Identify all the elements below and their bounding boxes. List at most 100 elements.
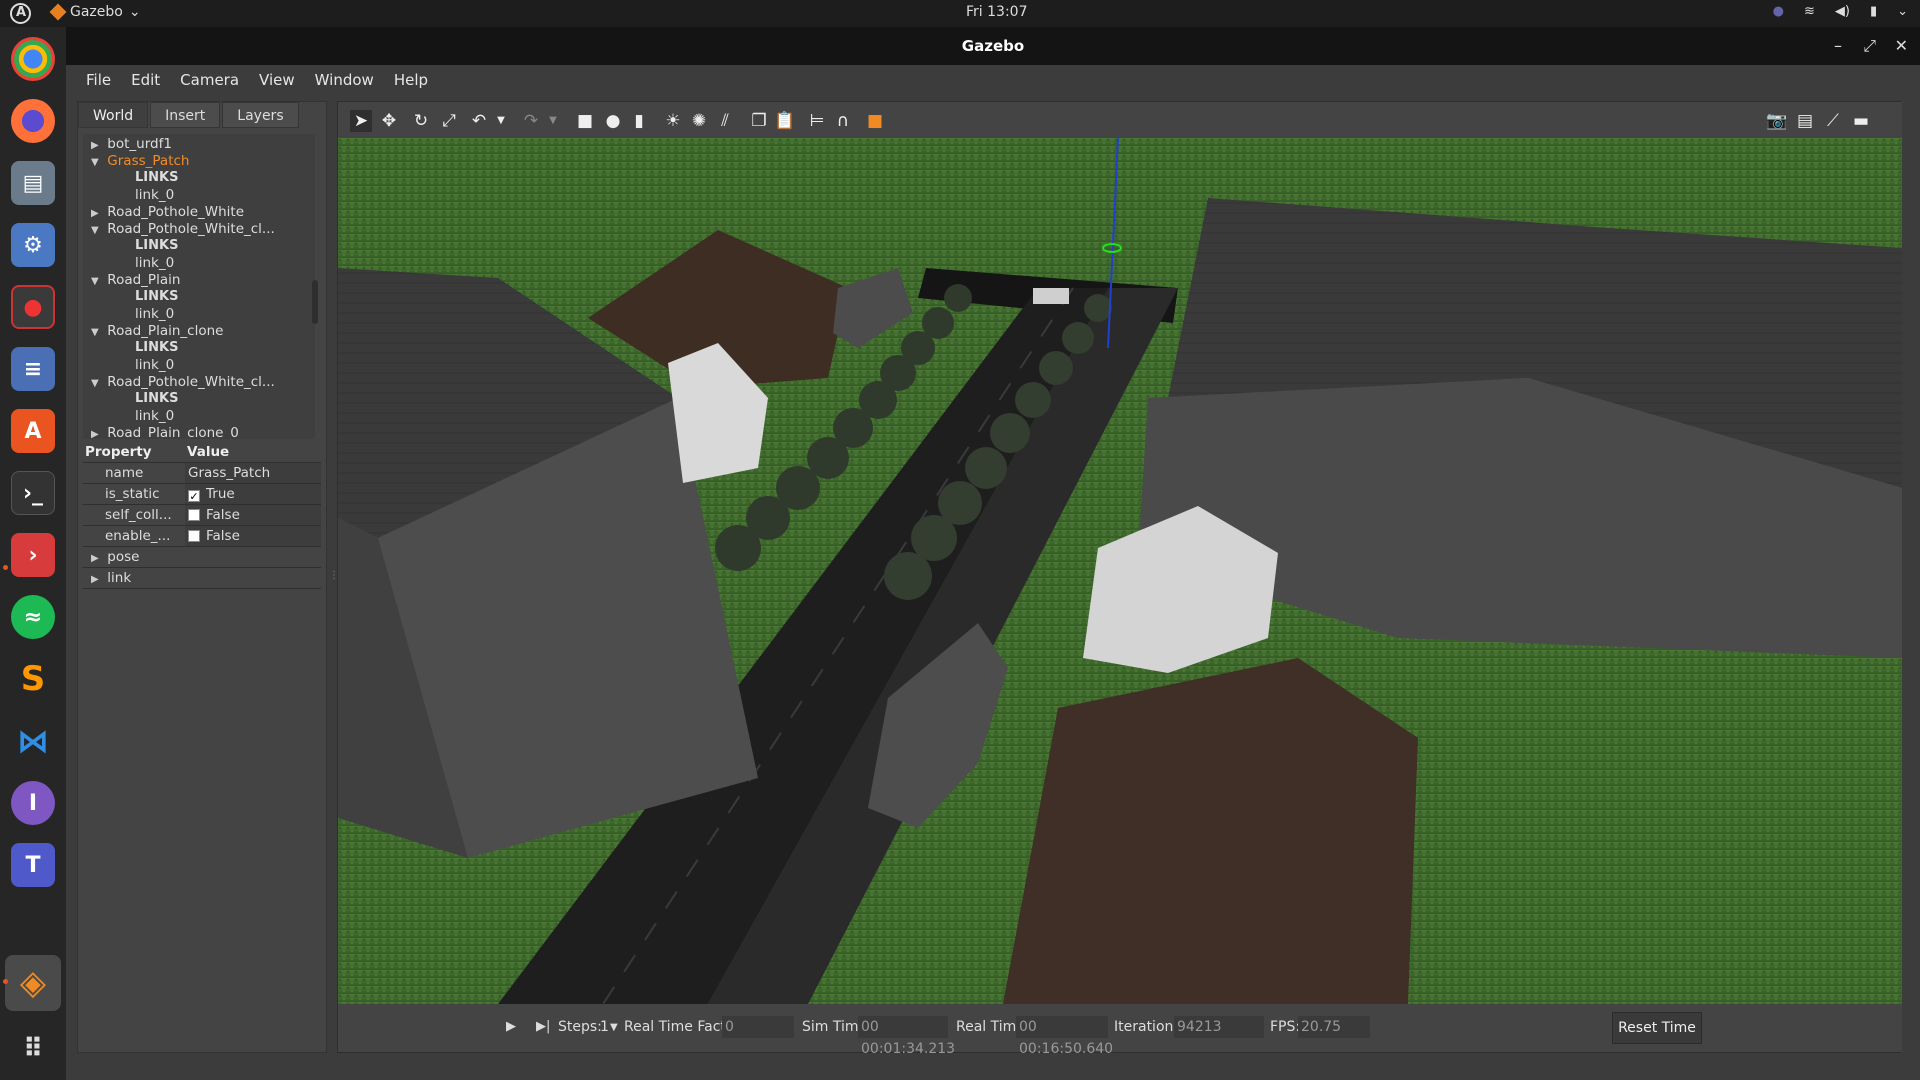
box-shape-icon[interactable]: ■ <box>574 110 596 132</box>
checkbox-checked[interactable]: ✓ <box>188 490 200 502</box>
expand-arrow-icon[interactable]: ▶ <box>91 429 103 439</box>
tree-item-label: Grass_Patch <box>107 153 190 169</box>
tree-item[interactable]: ▶ Road_Plain_clone_0 <box>91 425 239 439</box>
cylinder-shape-icon[interactable]: ▮ <box>628 110 650 132</box>
undo-dropdown-icon[interactable]: ▼ <box>490 110 512 132</box>
log-icon[interactable]: ▤ <box>1794 110 1816 132</box>
collapse-arrow-icon[interactable]: ▼ <box>91 157 103 168</box>
menu-camera[interactable]: Camera <box>170 65 249 95</box>
gazebo-dock-icon[interactable]: ◈ <box>5 955 61 1011</box>
3d-viewport[interactable] <box>338 138 1902 1004</box>
screenshot-icon[interactable]: 📷 <box>1766 110 1788 132</box>
tab-layers[interactable]: Layers <box>222 102 299 128</box>
scene-render[interactable] <box>338 138 1902 1004</box>
world-tree[interactable]: ▶ bot_urdf1 ▼ Grass_Patch LINKS link_0 ▶… <box>83 134 315 439</box>
copy-icon[interactable]: ❐ <box>748 110 770 132</box>
tree-item[interactable]: ▼ Road_Plain <box>91 272 180 289</box>
firefox-icon[interactable] <box>11 99 55 143</box>
menu-edit[interactable]: Edit <box>121 65 170 95</box>
tree-item-link[interactable]: link_0 <box>135 306 174 323</box>
system-top-bar: Gazebo ⌄ Fri 13:07 ● ≋ ◀) ▮ ⌄ <box>0 0 1920 27</box>
tree-item-selected[interactable]: ▼ Grass_Patch <box>91 153 189 170</box>
tree-item-link[interactable]: link_0 <box>135 408 174 425</box>
plot-icon[interactable]: ⟋ <box>1822 110 1844 132</box>
menu-help[interactable]: Help <box>384 65 438 95</box>
directional-light-icon[interactable]: ⫽ <box>714 110 736 132</box>
activities-icon[interactable] <box>10 3 31 24</box>
tab-insert[interactable]: Insert <box>150 102 221 128</box>
tree-item[interactable]: ▶ Road_Pothole_White <box>91 204 244 221</box>
minimize-icon[interactable]: – <box>1834 27 1842 65</box>
collapse-arrow-icon[interactable]: ▼ <box>91 378 103 389</box>
tree-item-link[interactable]: link_0 <box>135 187 174 204</box>
steps-dropdown-icon[interactable]: ▼ <box>610 1022 618 1033</box>
intellij-icon[interactable]: I <box>11 781 55 825</box>
tree-item[interactable]: ▼ Road_Pothole_White_cl... <box>91 374 275 391</box>
spot-light-icon[interactable]: ✺ <box>688 110 710 132</box>
property-value: ✓ True <box>185 484 321 504</box>
paste-icon[interactable]: 📋 <box>774 110 796 132</box>
tree-item[interactable]: ▶ bot_urdf1 <box>91 136 172 153</box>
remote-desktop-icon[interactable]: › <box>11 533 55 577</box>
tree-item[interactable]: ▼ Road_Plain_clone <box>91 323 223 340</box>
property-value-field[interactable]: Grass_Patch <box>185 463 321 483</box>
panel-splitter[interactable]: ⋮ <box>329 570 339 588</box>
window-titlebar[interactable]: Gazebo – ⤢ ✕ <box>66 27 1920 65</box>
tree-item-link[interactable]: link_0 <box>135 255 174 272</box>
redo-dropdown-icon[interactable]: ▼ <box>542 110 564 132</box>
collapse-arrow-icon[interactable]: ▼ <box>91 225 103 236</box>
teams-tray-icon[interactable]: ● <box>1773 4 1784 19</box>
expand-arrow-icon[interactable]: ▶ <box>91 570 103 590</box>
software-center-icon[interactable]: A <box>11 409 55 453</box>
show-apps-icon[interactable]: ⠿ <box>11 1027 55 1071</box>
link-expand-row[interactable]: ▶ link <box>83 568 321 589</box>
rotate-mode-icon[interactable]: ↻ <box>410 110 432 132</box>
sublime-text-icon[interactable]: S <box>11 657 55 701</box>
collapse-arrow-icon[interactable]: ▼ <box>91 276 103 287</box>
expand-arrow-icon[interactable]: ▶ <box>91 549 103 569</box>
maximize-icon[interactable]: ⤢ <box>1863 27 1876 65</box>
menu-view[interactable]: View <box>249 65 305 95</box>
steps-value[interactable]: 1 <box>600 1019 609 1035</box>
tab-world[interactable]: World <box>78 102 149 128</box>
tree-item-link[interactable]: link_0 <box>135 357 174 374</box>
tree-scrollbar[interactable] <box>312 280 318 324</box>
close-icon[interactable]: ✕ <box>1895 27 1908 65</box>
terminal-icon[interactable]: ›_ <box>11 471 55 515</box>
redo-icon[interactable]: ↷ <box>520 110 542 132</box>
menu-file[interactable]: File <box>76 65 121 95</box>
menu-window[interactable]: Window <box>305 65 384 95</box>
screen-recorder-icon[interactable]: ● <box>11 285 55 329</box>
collapse-arrow-icon[interactable]: ▼ <box>91 327 103 338</box>
expand-arrow-icon[interactable]: ▶ <box>91 140 103 151</box>
point-light-icon[interactable]: ☀ <box>662 110 684 132</box>
video-record-icon[interactable]: ▬ <box>1850 110 1872 132</box>
spotify-icon[interactable]: ≈ <box>11 595 55 639</box>
app-menu[interactable]: Gazebo ⌄ <box>49 3 141 21</box>
system-menu-chevron-icon[interactable]: ⌄ <box>1897 4 1908 19</box>
pose-expand-row[interactable]: ▶ pose <box>83 547 321 568</box>
scale-mode-icon[interactable]: ⤢ <box>438 110 460 132</box>
view-angle-icon[interactable]: ■ <box>864 110 886 132</box>
expand-arrow-icon[interactable]: ▶ <box>91 208 103 219</box>
text-editor-icon[interactable]: ≡ <box>11 347 55 391</box>
align-icon[interactable]: ⊨ <box>806 110 828 132</box>
snap-icon[interactable]: ∩ <box>832 110 854 132</box>
checkbox-unchecked[interactable] <box>188 509 200 521</box>
tree-item[interactable]: ▼ Road_Pothole_White_cl... <box>91 221 275 238</box>
select-mode-icon[interactable]: ➤ <box>350 110 372 132</box>
translate-mode-icon[interactable]: ✥ <box>378 110 400 132</box>
reset-time-button[interactable]: Reset Time <box>1612 1012 1702 1044</box>
settings-app-icon[interactable]: ⚙ <box>11 223 55 267</box>
chrome-icon[interactable] <box>11 37 55 81</box>
undo-icon[interactable]: ↶ <box>468 110 490 132</box>
system-tray[interactable]: ● ≋ ◀) ▮ ⌄ <box>1773 4 1908 19</box>
vscode-icon[interactable]: ⋈ <box>11 719 55 763</box>
clock[interactable]: Fri 13:07 <box>966 4 1027 20</box>
step-icon[interactable]: ▶| <box>536 1019 550 1034</box>
play-icon[interactable]: ▶ <box>506 1019 516 1034</box>
checkbox-unchecked[interactable] <box>188 530 200 542</box>
sphere-shape-icon[interactable]: ● <box>602 110 624 132</box>
files-icon[interactable]: ▤ <box>11 161 55 205</box>
teams-icon[interactable]: T <box>11 843 55 887</box>
